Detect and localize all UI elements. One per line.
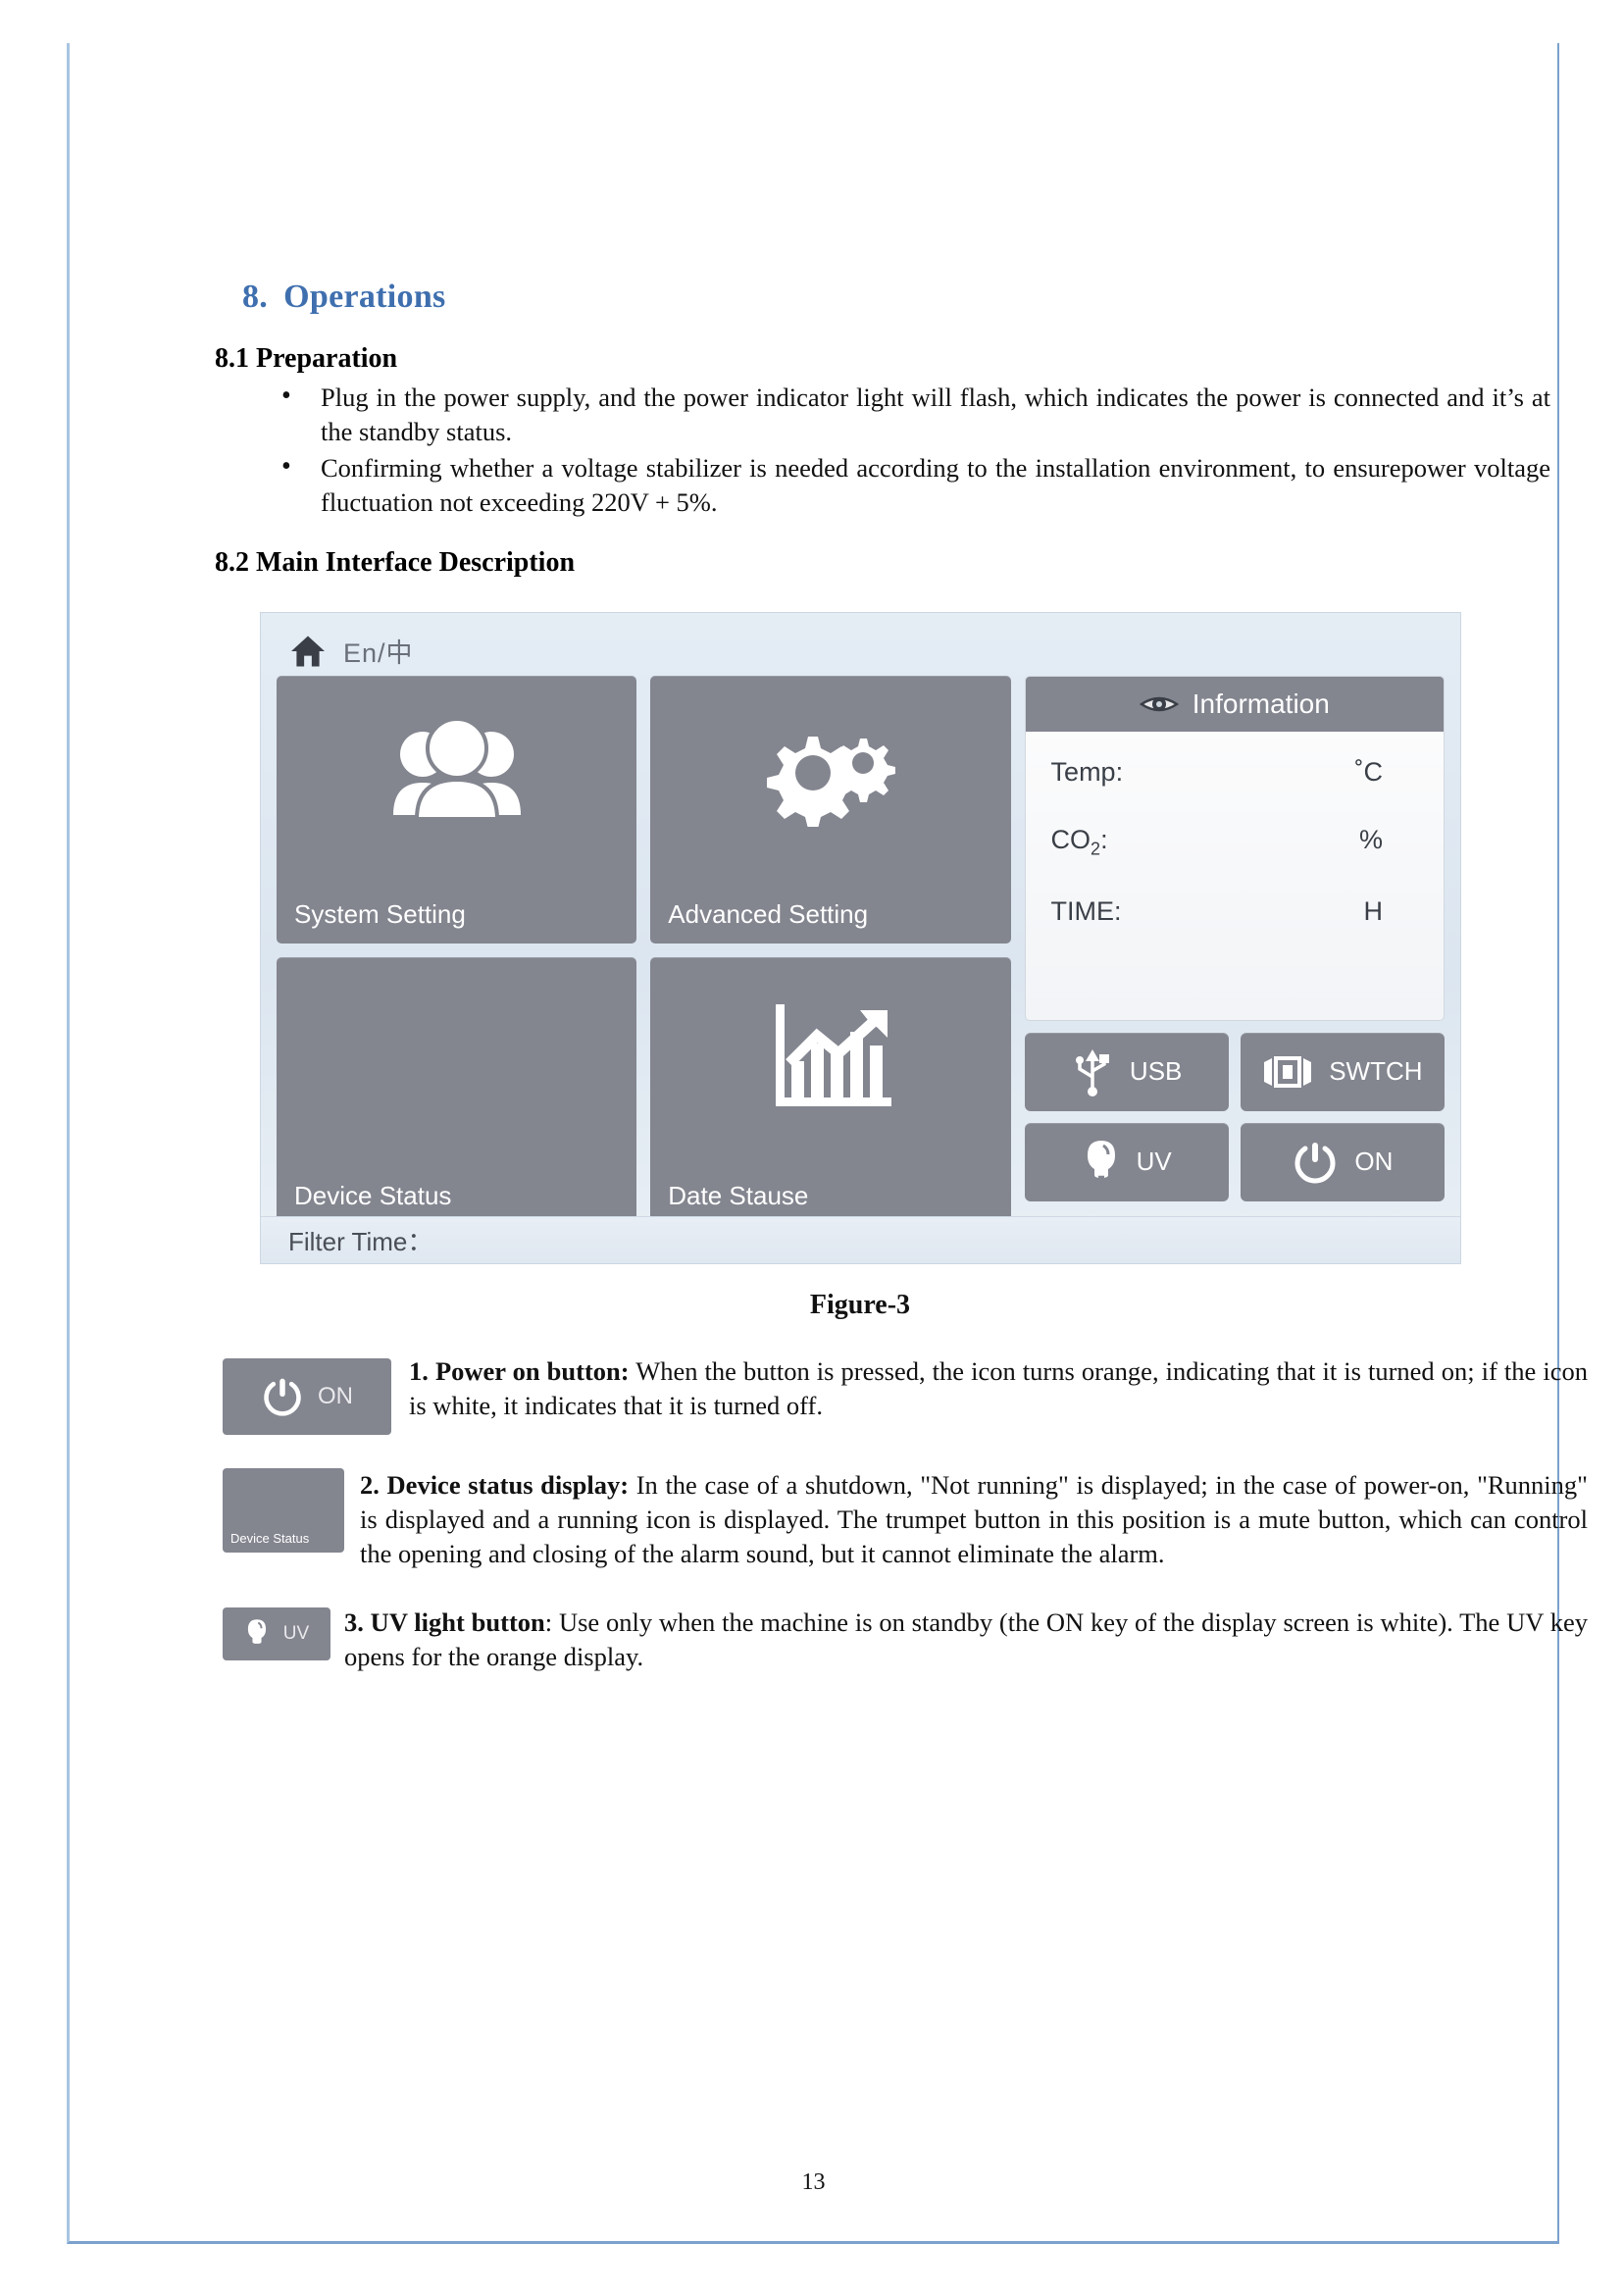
- info-label: Temp:: [1050, 756, 1124, 787]
- button-label: UV: [1136, 1147, 1172, 1177]
- tile-label: Device Status: [294, 1180, 452, 1210]
- hmi-right-column: Information Temp: ˚C CO2: % TIME: H USB …: [1024, 675, 1445, 1225]
- section-number: 8.: [242, 279, 269, 315]
- info-unit: %: [1358, 824, 1383, 854]
- switch-icon: [1264, 1055, 1312, 1088]
- bulb-icon: [1087, 1140, 1115, 1179]
- usb-button[interactable]: USB: [1024, 1032, 1229, 1111]
- note-power-on-button: ON 1. Power on button: When the button i…: [215, 1354, 1588, 1435]
- info-row-co2: CO2: %: [1051, 825, 1418, 859]
- subsection-heading-main-interface: 8.2 Main Interface Description: [215, 546, 576, 578]
- note-title: 2. Device status display:: [360, 1469, 630, 1500]
- tile-label: System Setting: [294, 898, 466, 929]
- thumbnail-label: Device Status: [230, 1530, 310, 1546]
- tile-date-stause[interactable]: Date Stause: [650, 956, 1011, 1225]
- info-row-temp: Temp: ˚C: [1051, 757, 1418, 788]
- information-panel-header: Information: [1025, 676, 1444, 732]
- thumbnail-device-status: Device Status: [223, 1467, 344, 1553]
- tile-row-top: System Setting Advanced Setting: [277, 675, 1011, 944]
- information-rows: Temp: ˚C CO2: % TIME: H: [1026, 732, 1444, 927]
- users-icon: [277, 716, 636, 827]
- note-text: 3. UV light button: Use only when the ma…: [215, 1606, 1588, 1674]
- information-panel-title: Information: [1192, 688, 1330, 719]
- section-heading: 8. Operations: [242, 279, 1588, 316]
- power-on-button[interactable]: ON: [1240, 1122, 1445, 1201]
- info-unit: ˚C: [1354, 756, 1384, 787]
- list-item: Plug in the power supply, and the power …: [281, 379, 1588, 449]
- note-device-status-display: Device Status 2. Device status display: …: [215, 1467, 1588, 1572]
- bar-chart-icon: [650, 998, 1010, 1116]
- preparation-bullet-list: Plug in the power supply, and the power …: [215, 379, 1588, 520]
- usb-icon: [1075, 1048, 1109, 1096]
- note-title: 3. UV light button: [344, 1606, 545, 1637]
- section-title: Operations: [283, 279, 446, 315]
- thumbnail-uv-button: UV: [223, 1606, 330, 1660]
- figure-3-wrapper: En/中 System Setting Advanced Setting Dev…: [215, 611, 1588, 1321]
- thumbnail-label: ON: [318, 1382, 353, 1409]
- hmi-control-buttons: USB SWTCH UV ON: [1024, 1032, 1445, 1201]
- bulb-icon: [247, 1619, 266, 1644]
- hmi-topbar: En/中: [277, 627, 1445, 676]
- power-icon: [264, 1378, 301, 1416]
- page-number: 13: [801, 2169, 826, 2195]
- thumbnail-label: UV: [282, 1622, 310, 1644]
- tile-device-status[interactable]: Device Status: [277, 956, 637, 1225]
- hmi-screen-figure: En/中 System Setting Advanced Setting Dev…: [260, 611, 1461, 1264]
- hmi-filter-time-bar: Filter Time：: [261, 1215, 1460, 1263]
- list-item: Confirming whether a voltage stabilizer …: [281, 449, 1588, 520]
- tile-advanced-setting[interactable]: Advanced Setting: [650, 675, 1011, 944]
- tile-label: Advanced Setting: [668, 898, 869, 929]
- note-title: 1. Power on button:: [409, 1355, 630, 1386]
- info-unit: H: [1363, 896, 1384, 927]
- filter-time-label: Filter Time：: [288, 1226, 433, 1256]
- hmi-tile-grid: System Setting Advanced Setting Device S…: [277, 675, 1011, 1225]
- info-row-time: TIME: H: [1051, 896, 1418, 927]
- swtch-button[interactable]: SWTCH: [1240, 1032, 1445, 1111]
- tile-label: Date Stause: [668, 1180, 809, 1210]
- power-icon: [1294, 1142, 1336, 1184]
- content-column: 8. Operations 8.1 Preparation Plug in the…: [215, 279, 1588, 1674]
- note-text: 2. Device status display: In the case of…: [215, 1468, 1588, 1572]
- button-label: ON: [1354, 1147, 1394, 1177]
- gears-icon: [650, 717, 1010, 827]
- tile-system-setting[interactable]: System Setting: [277, 675, 637, 944]
- button-label: SWTCH: [1329, 1056, 1423, 1087]
- thumbnail-power-on-button: ON: [223, 1357, 391, 1435]
- subsection-heading-preparation: 8.1 Preparation: [215, 343, 398, 374]
- uv-button[interactable]: UV: [1024, 1122, 1229, 1201]
- home-icon[interactable]: [288, 635, 328, 668]
- tile-row-bottom: Device Status Date Stause: [277, 956, 1011, 1225]
- eye-icon: [1139, 696, 1179, 712]
- information-panel: Information Temp: ˚C CO2: % TIME: H: [1024, 675, 1445, 1021]
- note-uv-light-button: UV 3. UV light button: Use only when the…: [215, 1606, 1588, 1674]
- hmi-body: System Setting Advanced Setting Device S…: [277, 675, 1445, 1225]
- language-toggle[interactable]: En/中: [343, 632, 414, 670]
- figure-caption: Figure-3: [809, 1289, 911, 1320]
- info-label: TIME:: [1050, 896, 1122, 927]
- page-body: 8. Operations 8.1 Preparation Plug in the…: [67, 43, 1588, 2244]
- note-text: 1. Power on button: When the button is p…: [215, 1354, 1588, 1423]
- info-label: CO2:: [1050, 824, 1108, 859]
- button-label: USB: [1129, 1056, 1183, 1087]
